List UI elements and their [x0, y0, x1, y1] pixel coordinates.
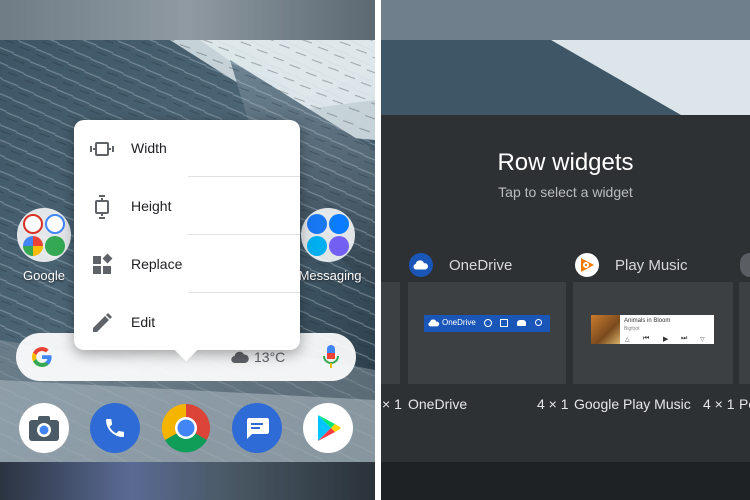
widget-card-onedrive[interactable]: OneDrive: [408, 282, 566, 384]
photos-icon: [23, 236, 43, 256]
search-icon: [535, 319, 542, 326]
play-store-icon: [318, 415, 341, 441]
menu-item-height[interactable]: Height: [74, 178, 300, 236]
menu-item-width[interactable]: Width: [74, 120, 300, 178]
thumbs-down-icon: ▽: [700, 337, 705, 343]
menu-item-replace-label: Replace: [131, 256, 183, 272]
maps-icon: [45, 236, 65, 256]
widget-card-partial-right[interactable]: [739, 282, 750, 384]
google-icon: [45, 214, 65, 234]
navigation-bar-blurred: [381, 462, 750, 500]
album-art: [591, 315, 620, 344]
messages-app-icon[interactable]: [232, 403, 282, 453]
photos-icon: [500, 319, 508, 327]
camera-app-icon[interactable]: [19, 403, 69, 453]
app-name-play-music: Play Music: [615, 257, 688, 274]
menu-item-edit[interactable]: Edit: [74, 294, 300, 352]
status-bar-blurred: [0, 0, 375, 40]
menu-divider: [188, 234, 300, 235]
song-title: Animals in Bloom: [624, 318, 671, 324]
messages-icon: [247, 418, 269, 439]
widget-picker-screen: Row widgets Tap to select a widget × 1 O…: [381, 0, 750, 500]
app-name-onedrive: OneDrive: [449, 257, 513, 274]
app-header-play-music: Play Music: [575, 253, 725, 279]
skype-icon: [307, 236, 327, 256]
widget-caption-partial: Pe: [739, 396, 750, 412]
menu-divider: [188, 176, 300, 177]
resize-height-icon: [95, 195, 109, 219]
widget-card-partial[interactable]: [381, 282, 400, 384]
widget-caption-onedrive: OneDrive: [408, 396, 468, 412]
widget-size-play-music: 4 × 1: [703, 396, 735, 412]
widgets-icon: [93, 253, 113, 274]
menu-divider: [188, 292, 300, 293]
previous-icon: ⏮: [643, 335, 650, 342]
wallpaper-strip: [381, 0, 750, 115]
microphone-icon[interactable]: [322, 344, 340, 370]
thumbs-up-icon: △: [625, 337, 630, 343]
onedrive-app-icon: [409, 253, 433, 277]
play-icon: ▶: [663, 336, 669, 343]
people-icon: [517, 320, 526, 326]
menu-item-width-label: Width: [131, 140, 167, 156]
home-screen: Google Messaging 13°C Width Height Repla…: [0, 0, 375, 500]
messaging-folder[interactable]: [301, 208, 355, 262]
facebook-icon: [307, 214, 327, 234]
next-icon: ⏭: [681, 335, 688, 342]
google-folder[interactable]: [17, 208, 71, 262]
widget-picker-subtitle: Tap to select a widget: [498, 184, 633, 200]
play-music-widget-preview: Animals in Bloom Bigfoot △ ⏮ ▶ ⏭ ▽: [591, 315, 714, 344]
menu-item-edit-label: Edit: [131, 314, 156, 330]
messaging-folder-label: Messaging: [298, 268, 362, 283]
resize-width-icon: [90, 142, 114, 156]
phone-app-icon[interactable]: [90, 403, 140, 453]
chrome-icon: [161, 403, 210, 453]
app-header-onedrive: OneDrive: [409, 253, 559, 279]
widget-card-play-music[interactable]: Animals in Bloom Bigfoot △ ⏮ ▶ ⏭ ▽: [573, 282, 733, 384]
widget-caption-play-music: Google Play Music: [574, 396, 691, 412]
pencil-icon: [93, 313, 112, 332]
onedrive-widget-preview: OneDrive: [424, 315, 550, 332]
widget-picker-title: Row widgets: [497, 149, 634, 176]
gmail-icon: [23, 214, 43, 234]
clock-icon: [484, 319, 492, 327]
app-header-partial: [740, 253, 750, 277]
google-folder-label: Google: [23, 268, 65, 283]
camera-icon: [29, 416, 59, 441]
onedrive-widget-title: OneDrive: [442, 318, 476, 327]
menu-item-replace[interactable]: Replace: [74, 236, 300, 294]
cloud-icon: [428, 319, 440, 327]
song-artist: Bigfoot: [624, 326, 640, 332]
phone-icon: [106, 419, 124, 437]
widget-size-onedrive: 4 × 1: [537, 396, 569, 412]
widget-options-popup: Width Height Replace Edit: [74, 120, 300, 362]
play-store-app-icon[interactable]: [303, 403, 353, 453]
menu-item-height-label: Height: [131, 198, 172, 214]
play-music-app-icon: [575, 253, 599, 277]
cloud-icon: [413, 260, 428, 270]
navigation-bar-blurred: [0, 462, 375, 500]
messenger-icon: [329, 214, 349, 234]
play-music-icon: [581, 258, 594, 272]
cloud-icon: [231, 351, 249, 364]
widget-size-partial: × 1: [382, 396, 402, 412]
google-g-icon: [32, 347, 52, 367]
viber-icon: [329, 236, 349, 256]
chrome-app-icon[interactable]: [161, 403, 211, 453]
